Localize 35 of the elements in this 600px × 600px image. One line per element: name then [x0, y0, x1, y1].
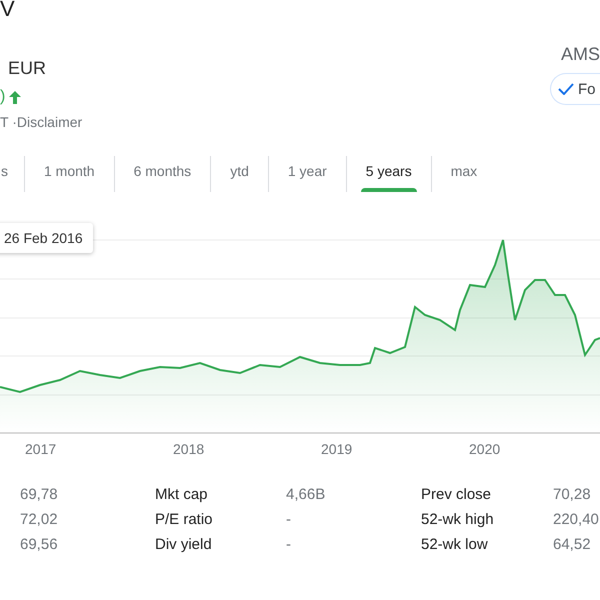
range-tab[interactable]: max [430, 156, 496, 192]
stat-label: Div yield [155, 536, 213, 553]
stat-label: Mkt cap [155, 486, 209, 503]
stat-label: 52-wk low [421, 536, 489, 553]
stat-value: 70,28 [553, 486, 592, 503]
range-tab[interactable]: ytd [210, 156, 268, 192]
stat-label: Prev close [421, 486, 492, 503]
stat-value: - [286, 511, 292, 528]
axis-label: 2020 [469, 441, 500, 459]
axis-label: 2017 [25, 441, 56, 459]
disclaimer-text: T ·Disclaimer [0, 114, 82, 130]
currency-label: EUR [8, 57, 48, 80]
stat-value: - [286, 536, 292, 553]
range-tab[interactable]: 6 months [114, 156, 210, 192]
range-tab[interactable]: 1 year [268, 156, 346, 192]
stat-value: 220,40 [553, 511, 600, 528]
stat-value: 64,52 [553, 536, 592, 553]
date-tooltip: 26 Feb 2016 [0, 223, 93, 253]
stat-label: 52-wk high [421, 511, 495, 528]
axis-label: 2018 [173, 441, 204, 459]
follow-button[interactable]: Fo [550, 73, 600, 105]
check-icon [558, 83, 574, 95]
price-change: ) [0, 88, 6, 106]
stat-value: 69,78 [20, 486, 59, 503]
stat-value: 72,02 [20, 511, 59, 528]
axis-label: 2019 [321, 441, 352, 459]
up-arrow-icon [9, 90, 22, 104]
stock-title: V [0, 0, 16, 23]
range-tab[interactable]: 5 years [346, 156, 431, 192]
exchange-label: AMS [561, 44, 600, 65]
stat-value: 69,56 [20, 536, 59, 553]
stat-label: P/E ratio [155, 511, 214, 528]
stat-value: 4,66B [286, 486, 326, 503]
range-tab[interactable]: 1 month [24, 156, 114, 192]
range-tab[interactable]: s [0, 156, 24, 192]
